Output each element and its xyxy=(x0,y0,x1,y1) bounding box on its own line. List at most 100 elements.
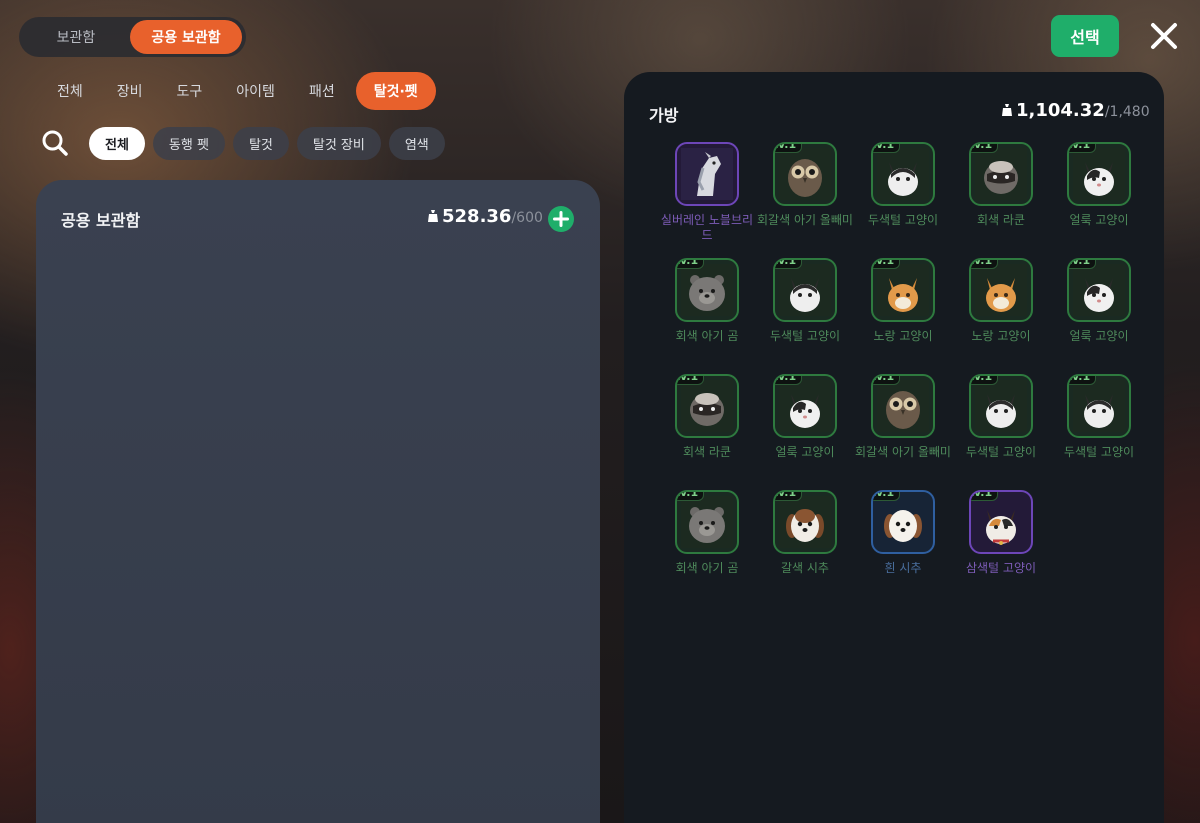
bag-item[interactable]: Lv.1 회색 아기 곰 xyxy=(658,490,756,576)
bag-item[interactable]: Lv.1 얼룩 고양이 xyxy=(756,374,854,460)
item-name: 회색 아기 곰 xyxy=(675,561,739,575)
item-name: 회색 아기 곰 xyxy=(675,329,739,343)
cat-bw-icon xyxy=(1073,380,1125,432)
bag-item[interactable]: Lv.1 노랑 고양이 xyxy=(854,258,952,344)
shihtzu-white-icon xyxy=(877,496,929,548)
level-badge: Lv.1 xyxy=(1069,260,1097,269)
search-button[interactable] xyxy=(40,128,70,158)
tab-items[interactable]: 아이템 xyxy=(219,72,292,110)
bag-item[interactable]: 실버레인 노블브리드 xyxy=(658,142,756,243)
bag-title: 가방 xyxy=(649,106,679,125)
level-badge: Lv.1 xyxy=(971,376,999,385)
item-slot: Lv.1 xyxy=(969,374,1033,438)
tab-mount-pet[interactable]: 탈것·펫 xyxy=(355,72,436,110)
shared-storage-title: 공용 보관함 xyxy=(61,211,141,230)
category-tabs: 전체 장비 도구 아이템 패션 탈것·펫 xyxy=(40,72,436,110)
tab-storage[interactable]: 보관함 xyxy=(22,20,130,54)
item-name: 흰 시추 xyxy=(884,561,922,575)
search-icon xyxy=(42,130,68,156)
level-badge: Lv.1 xyxy=(775,492,803,501)
tab-shared-storage[interactable]: 공용 보관함 xyxy=(130,20,242,54)
close-button[interactable] xyxy=(1146,18,1182,54)
close-icon xyxy=(1151,23,1177,49)
bag-item[interactable]: Lv.1 회갈색 아기 올빼미 xyxy=(854,374,952,460)
horse-icon xyxy=(681,148,733,200)
bag-item[interactable]: Lv.1 갈색 시추 xyxy=(756,490,854,576)
level-badge: Lv.1 xyxy=(971,144,999,153)
filter-mount-equipment[interactable]: 탈것 장비 xyxy=(296,127,381,160)
cat-calico-bw-icon xyxy=(779,380,831,432)
cat-orange-icon xyxy=(877,264,929,316)
plus-icon xyxy=(548,206,574,232)
level-badge: Lv.1 xyxy=(775,260,803,269)
bag-item[interactable]: Lv.1 회색 라쿤 xyxy=(658,374,756,460)
bag-item[interactable]: Lv.1 얼룩 고양이 xyxy=(1050,142,1148,228)
bag-weight-current: 1,104.32 xyxy=(1016,100,1105,121)
item-slot: Lv.1 xyxy=(675,258,739,322)
shared-weight: 528.36 /600 xyxy=(428,206,543,227)
level-badge: Lv.1 xyxy=(677,260,705,269)
bag-item[interactable]: Lv.1 흰 시추 xyxy=(854,490,952,576)
level-badge: Lv.1 xyxy=(1069,376,1097,385)
cat-bw-icon xyxy=(779,264,831,316)
filter-companion-pet[interactable]: 동행 펫 xyxy=(152,127,225,160)
item-slot: Lv.1 xyxy=(773,258,837,322)
bag-item[interactable]: Lv.1 회색 라쿤 xyxy=(952,142,1050,228)
item-name: 노랑 고양이 xyxy=(873,329,933,343)
cat-calico-bw-icon xyxy=(1073,264,1125,316)
bag-item[interactable]: Lv.1 두색털 고양이 xyxy=(952,374,1050,460)
item-name: 두색털 고양이 xyxy=(867,213,939,227)
bag-item[interactable]: Lv.1 얼룩 고양이 xyxy=(1050,258,1148,344)
filter-all[interactable]: 전체 xyxy=(89,127,145,160)
cat-bw-icon xyxy=(975,380,1027,432)
item-slot: Lv.1 xyxy=(675,490,739,554)
bag-item[interactable]: Lv.1 노랑 고양이 xyxy=(952,258,1050,344)
filter-chips: 전체 동행 펫 탈것 탈것 장비 염색 xyxy=(89,127,445,160)
item-slot: Lv.1 xyxy=(871,258,935,322)
weight-bag-icon xyxy=(428,210,438,222)
item-slot: Lv.1 xyxy=(969,142,1033,206)
level-badge: Lv.1 xyxy=(873,492,901,501)
bag-item[interactable]: Lv.1 두색털 고양이 xyxy=(1050,374,1148,460)
bag-item[interactable]: Lv.1 회갈색 아기 올빼미 xyxy=(756,142,854,228)
bag-item[interactable]: Lv.1 회색 아기 곰 xyxy=(658,258,756,344)
level-badge: Lv.1 xyxy=(873,260,901,269)
item-slot xyxy=(675,142,739,206)
level-badge: Lv.1 xyxy=(873,144,901,153)
item-name: 얼룩 고양이 xyxy=(775,445,835,459)
item-slot: Lv.1 xyxy=(675,374,739,438)
item-slot: Lv.1 xyxy=(969,258,1033,322)
item-name: 회갈색 아기 올빼미 xyxy=(757,213,853,227)
item-slot: Lv.1 xyxy=(773,374,837,438)
item-slot: Lv.1 xyxy=(1067,142,1131,206)
bag-item[interactable]: Lv.1 두색털 고양이 xyxy=(756,258,854,344)
bag-item[interactable]: Lv.1 삼색털 고양이 xyxy=(952,490,1050,576)
select-button[interactable]: 선택 xyxy=(1051,15,1119,57)
item-name: 노랑 고양이 xyxy=(971,329,1031,343)
tab-fashion[interactable]: 패션 xyxy=(292,72,352,110)
level-badge: Lv.1 xyxy=(677,376,705,385)
item-name: 삼색털 고양이 xyxy=(965,561,1037,575)
filter-mount[interactable]: 탈것 xyxy=(232,127,289,160)
weight-bag-icon xyxy=(1002,104,1012,116)
tab-tools[interactable]: 도구 xyxy=(160,72,220,110)
bag-weight: 1,104.32 /1,480 xyxy=(1002,100,1150,121)
item-name: 두색털 고양이 xyxy=(965,445,1037,459)
filter-dye[interactable]: 염색 xyxy=(388,127,445,160)
item-name: 갈색 시추 xyxy=(781,561,829,575)
item-name: 회색 라쿤 xyxy=(977,213,1025,227)
tab-all[interactable]: 전체 xyxy=(40,72,100,110)
item-name: 얼룩 고양이 xyxy=(1069,213,1129,227)
cat-calico-bw-icon xyxy=(1073,148,1125,200)
item-name: 회색 라쿤 xyxy=(683,445,731,459)
tab-equipment[interactable]: 장비 xyxy=(100,72,160,110)
item-name: 얼룩 고양이 xyxy=(1069,329,1129,343)
cat-bw-icon xyxy=(877,148,929,200)
owl-icon xyxy=(779,148,831,200)
bag-item[interactable]: Lv.1 두색털 고양이 xyxy=(854,142,952,228)
shared-storage-panel: 공용 보관함 528.36 /600 xyxy=(36,180,600,823)
bag-weight-max: /1,480 xyxy=(1104,104,1150,120)
item-name: 두색털 고양이 xyxy=(1063,445,1135,459)
bag-panel: 가방 1,104.32 /1,480 실버레인 노블브리드 Lv.1 회갈색 아기 … xyxy=(624,72,1164,823)
expand-capacity-button[interactable] xyxy=(548,206,574,232)
